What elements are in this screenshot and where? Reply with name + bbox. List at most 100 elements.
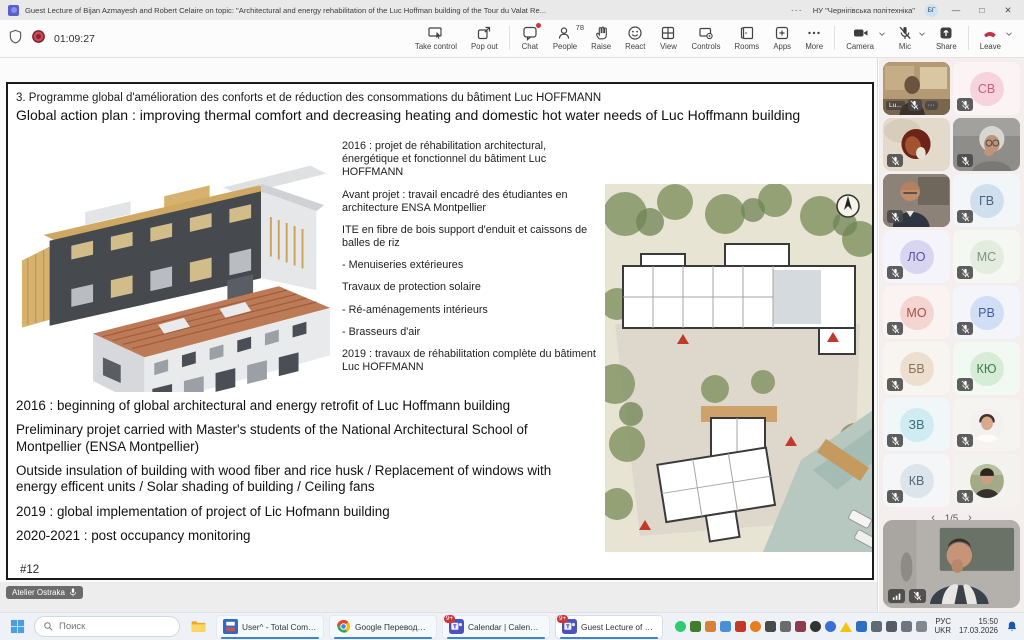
slide-title-en: Global action plan : improving thermal c… <box>16 107 872 123</box>
tray-app-photos-icon[interactable] <box>705 621 716 632</box>
unread-badge <box>536 23 541 28</box>
slide-french-paragraph: 2019 : travaux de réhabilitation complèt… <box>342 348 600 374</box>
slide-english-paragraph: 2019 : global implementation of project … <box>16 504 594 520</box>
toolbar-leave-button[interactable]: Leave <box>973 23 1008 52</box>
windows-logo-icon <box>10 619 25 634</box>
mic-muted-icon <box>887 210 903 223</box>
taskbar-search[interactable] <box>34 616 180 637</box>
taskbar-app-user-total-comm[interactable]: User^ - Total Comm... <box>216 615 324 639</box>
toolbar-controls-button[interactable]: Controls <box>684 23 727 52</box>
toolbar-camera-button[interactable]: Camera <box>839 23 881 52</box>
tray-icons <box>675 621 927 632</box>
participant-tile-ло[interactable]: ЛО <box>883 230 950 283</box>
toolbar-apps-button[interactable]: Apps <box>766 23 798 52</box>
tile-more-icon[interactable]: ··· <box>925 101 938 110</box>
participant-tile-зв[interactable]: ЗВ <box>883 398 950 451</box>
participant-tile-мо[interactable]: МО <box>883 286 950 339</box>
participant-tile-кю[interactable]: КЮ <box>953 342 1020 395</box>
teams-app-icon <box>8 5 19 16</box>
windows-taskbar: User^ - Total Comm... Google Переводчик..… <box>0 612 1024 640</box>
search-input[interactable] <box>59 621 159 632</box>
tray-app-darkcircle-icon[interactable] <box>810 621 821 632</box>
participant-tile-св[interactable]: СВ <box>953 62 1020 115</box>
participant-tile-мс[interactable]: МС <box>953 230 1020 283</box>
participant-tile-video-4[interactable] <box>883 174 950 227</box>
toolbar-button-label: Apps <box>773 42 791 51</box>
close-button[interactable]: ✕ <box>1000 5 1016 16</box>
tray-app-green-icon[interactable] <box>690 621 701 632</box>
participant-tile-video-13[interactable] <box>953 398 1020 451</box>
org-avatar-badge[interactable]: БГ <box>925 4 938 17</box>
participant-tiles: Lu...···СВ ГВ ЛО МС МО РВБВКЮ ЗВ КВ <box>879 58 1024 507</box>
device-icon[interactable] <box>886 621 897 632</box>
maximize-button[interactable]: □ <box>974 5 990 15</box>
slide-french-paragraph: Avant projet : travail encadré des étudi… <box>342 189 600 215</box>
participant-tile-бв[interactable]: БВ <box>883 342 950 395</box>
toolbar-take-control-button[interactable]: Take control <box>408 23 464 52</box>
avatar: ЛО <box>900 240 934 274</box>
participant-tile-video-0[interactable]: Lu...··· <box>883 62 950 115</box>
signal-icon <box>888 589 905 603</box>
taskbar-app-google-переводчик[interactable]: Google Переводчик... <box>329 615 437 639</box>
toolbar-view-button[interactable]: View <box>652 23 684 52</box>
mic-muted-icon <box>887 322 903 335</box>
toolbar-raise-button[interactable]: Raise <box>584 23 618 52</box>
toolbar-share-button[interactable]: Share <box>929 23 964 52</box>
taskbar-app-guest-lecture-of-bija[interactable]: 9+Guest Lecture of Bija... <box>555 615 663 639</box>
toolbar-pop-out-button[interactable]: Pop out <box>464 23 505 52</box>
participant-tile-гв[interactable]: ГВ <box>953 174 1020 227</box>
pen-icon[interactable] <box>916 621 927 632</box>
lock-icon[interactable] <box>780 621 791 632</box>
notifications-bell-icon[interactable] <box>1006 620 1018 633</box>
tray-g-icon[interactable] <box>825 621 836 632</box>
participant-tile-video-2[interactable] <box>883 118 950 171</box>
volume-icon[interactable] <box>871 621 882 632</box>
meeting-window: Guest Lecture of Bijan Azmayesh and Robe… <box>0 0 1024 640</box>
main-area: 3. Programme global d'amélioration des c… <box>0 58 1024 612</box>
participant-tile-video-15[interactable] <box>953 454 1020 507</box>
toolbar-people-button[interactable]: 78People <box>546 23 584 52</box>
chat-icon <box>522 24 538 41</box>
mic-muted-icon <box>957 378 973 391</box>
view-icon <box>660 24 676 41</box>
meeting-toolbar: 01:09:27 Take controlPop outChat78People… <box>0 20 1024 58</box>
toolbar-mic-button[interactable]: Mic <box>889 23 921 52</box>
toolbar-button-label: Pop out <box>471 42 498 51</box>
toolbar-react-button[interactable]: React <box>618 23 652 52</box>
start-button[interactable] <box>6 616 28 638</box>
window-menu-dots[interactable]: ··· <box>791 5 803 15</box>
toolbar-rooms-button[interactable]: Rooms <box>728 23 767 52</box>
avatar: ЗВ <box>900 408 934 442</box>
file-explorer-button[interactable] <box>186 615 210 639</box>
avatar: МО <box>900 296 934 330</box>
tray-camera-icon[interactable] <box>795 621 806 632</box>
toolbar-button-label: Chat <box>522 42 538 51</box>
wifi-icon[interactable] <box>901 621 912 632</box>
taskbar-app-label: User^ - Total Comm... <box>242 622 317 632</box>
clock-date: 17.03.2026 <box>959 627 998 636</box>
participant-tile-рв[interactable]: РВ <box>953 286 1020 339</box>
taskbar-app-calendar-calendar[interactable]: 9+Calendar | Calendar | ... <box>442 615 550 639</box>
tray-app-red-icon[interactable] <box>735 621 746 632</box>
slide-number: #12 <box>20 564 39 576</box>
minimize-button[interactable]: — <box>948 5 964 15</box>
warning-icon[interactable] <box>840 622 852 632</box>
tray-app-orange-icon[interactable] <box>750 621 761 632</box>
whatsapp-icon[interactable] <box>675 621 686 632</box>
participant-tile-video-3[interactable] <box>953 118 1020 171</box>
taskbar-clock[interactable]: 15:50 17.03.2026 <box>959 618 998 636</box>
bluetooth-icon[interactable] <box>856 621 867 632</box>
toolbar-chat-button[interactable]: Chat <box>514 23 546 52</box>
language-indicator[interactable]: РУС UKR <box>935 618 951 636</box>
mic-muted-icon <box>887 154 903 167</box>
participant-tile-кв[interactable]: КВ <box>883 454 950 507</box>
toolbar-button-label: Raise <box>591 42 611 51</box>
active-speaker-video[interactable] <box>883 520 1020 608</box>
more-icon <box>806 24 822 41</box>
react-icon <box>627 24 643 41</box>
shared-screen: 3. Programme global d'amélioration des c… <box>0 58 878 612</box>
toolbar-more-button[interactable]: More <box>798 23 830 52</box>
toolbar-button-label: Controls <box>691 42 720 51</box>
tray-app-dark-icon[interactable] <box>765 621 776 632</box>
tray-mic-icon[interactable] <box>720 621 731 632</box>
